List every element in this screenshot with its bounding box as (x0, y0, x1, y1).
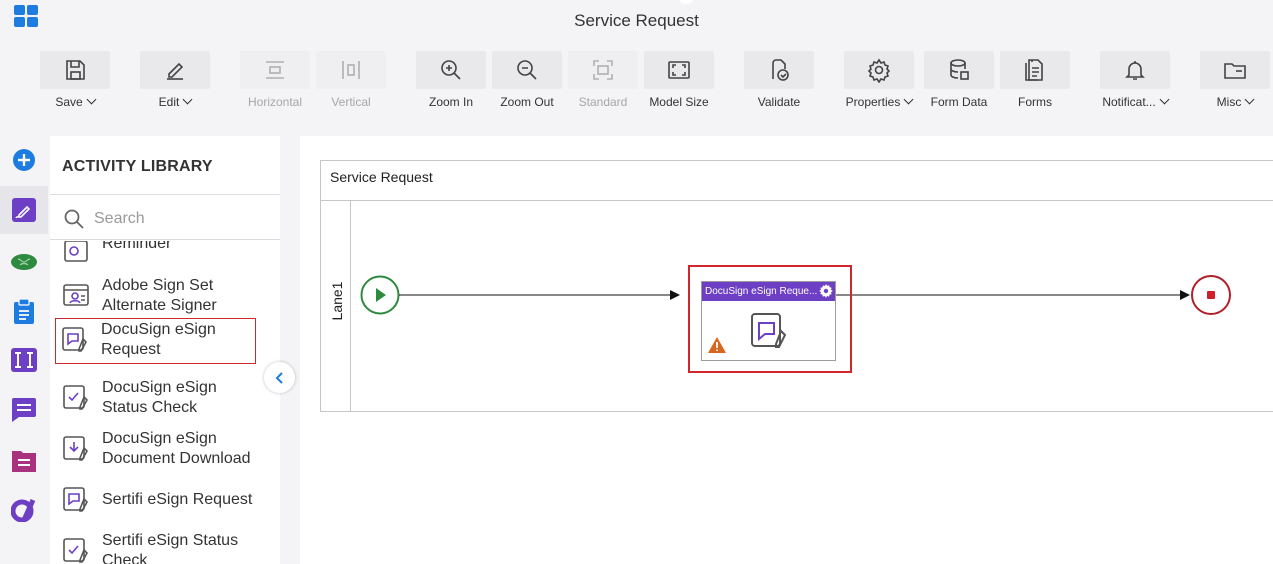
title-notch (679, 0, 693, 4)
zoom-in-button[interactable]: Zoom In (416, 51, 486, 111)
validate-button[interactable]: Validate (744, 51, 814, 111)
bell-icon (1125, 61, 1145, 80)
zoom-out-icon (517, 60, 537, 80)
list-item-docusign-esign-document-download[interactable]: DocuSign eSign Document Download (55, 427, 255, 473)
chat-icon[interactable] (0, 386, 48, 434)
process-canvas[interactable]: Service Request Lane1 DocuSign eSign Req… (300, 136, 1273, 564)
esign-status-check-icon (63, 385, 88, 410)
standard-button[interactable]: Standard (568, 51, 638, 111)
start-event[interactable] (360, 275, 400, 315)
list-item-adobe-sign-set-alternate-signer[interactable]: Adobe Sign Set Alternate Signer (55, 274, 255, 320)
esign-request-icon (62, 327, 87, 352)
pool-service-request[interactable]: Service Request Lane1 DocuSign eSign Req… (320, 160, 1273, 412)
chevron-down-icon (1244, 94, 1255, 105)
gear-icon[interactable] (819, 284, 833, 298)
form-data-button[interactable]: Form Data (924, 51, 994, 111)
properties-button[interactable]: Properties (844, 51, 914, 111)
divider (50, 194, 280, 195)
edit-button[interactable]: Edit (140, 51, 210, 111)
zoom-out-button[interactable]: Zoom Out (492, 51, 562, 111)
document-download-icon (63, 436, 88, 461)
activity-library-title: ACTIVITY LIBRARY (62, 158, 213, 175)
sertifi-status-check-icon (63, 538, 88, 563)
left-rail (0, 136, 48, 564)
sertifi-request-icon (63, 487, 88, 512)
standard-size-icon (593, 60, 613, 80)
file-icon[interactable] (0, 436, 48, 484)
activity-library-panel: ACTIVITY LIBRARY Reminder Adobe Sign Set… (50, 136, 280, 564)
page-title: Service Request (574, 11, 699, 30)
save-button[interactable]: Save (40, 51, 110, 111)
notifications-button[interactable]: Notificat... (1100, 51, 1170, 111)
activity-list: Reminder Adobe Sign Set Alternate Signer… (50, 241, 280, 564)
misc-button[interactable]: Misc (1200, 51, 1270, 111)
task-docusign-esign-request[interactable]: DocuSign eSign Reque... (701, 281, 836, 361)
add-icon[interactable] (0, 136, 48, 184)
horizontal-button[interactable]: Horizontal (240, 51, 310, 111)
gear-icon (867, 58, 891, 83)
agilepoint-logo-icon[interactable] (0, 486, 48, 534)
text-field-icon[interactable] (0, 336, 48, 384)
warning-icon (708, 337, 726, 353)
clipboard-icon[interactable] (0, 288, 48, 336)
folder-icon (1224, 63, 1246, 79)
title-bar: Service Request (0, 0, 1273, 42)
esign-request-icon (751, 313, 787, 348)
align-vertical-icon (342, 61, 360, 79)
save-icon (66, 60, 85, 80)
alternate-signer-icon (63, 284, 89, 306)
reminder-icon (64, 241, 88, 262)
chevron-left-icon (275, 371, 283, 384)
align-horizontal-icon (266, 61, 284, 79)
forms-button[interactable]: Forms (1000, 51, 1070, 111)
list-item-sertifi-esign-status-check[interactable]: Sertifi eSign Status Check (55, 529, 255, 564)
chevron-down-icon (182, 94, 193, 105)
toolbar: Save Edit Horizontal Vertical Zoom In Zo… (0, 42, 1273, 118)
chevron-down-icon (1159, 94, 1170, 105)
pencil-icon (167, 62, 184, 80)
collapse-panel-button[interactable] (264, 362, 295, 393)
library-search (50, 196, 280, 240)
forms-icon (1025, 59, 1043, 81)
task-title: DocuSign eSign Reque... (702, 282, 835, 301)
database-icon (950, 59, 969, 80)
list-item-reminder[interactable]: Reminder (55, 241, 255, 278)
designer-icon[interactable] (0, 186, 48, 234)
zoom-in-icon (441, 60, 461, 80)
validate-icon (772, 59, 789, 81)
end-event[interactable] (1191, 275, 1231, 315)
vertical-button[interactable]: Vertical (316, 51, 386, 111)
list-item-docusign-esign-status-check[interactable]: DocuSign eSign Status Check (55, 376, 255, 422)
chevron-down-icon (86, 94, 97, 105)
model-size-button[interactable]: Model Size (644, 51, 714, 111)
search-icon (64, 209, 84, 229)
search-input[interactable] (94, 206, 264, 232)
list-item-sertifi-esign-request[interactable]: Sertifi eSign Request (55, 478, 255, 524)
fit-screen-icon (668, 61, 690, 79)
brain-icon[interactable] (0, 238, 48, 286)
list-item-docusign-esign-request[interactable]: DocuSign eSign Request (55, 318, 256, 364)
